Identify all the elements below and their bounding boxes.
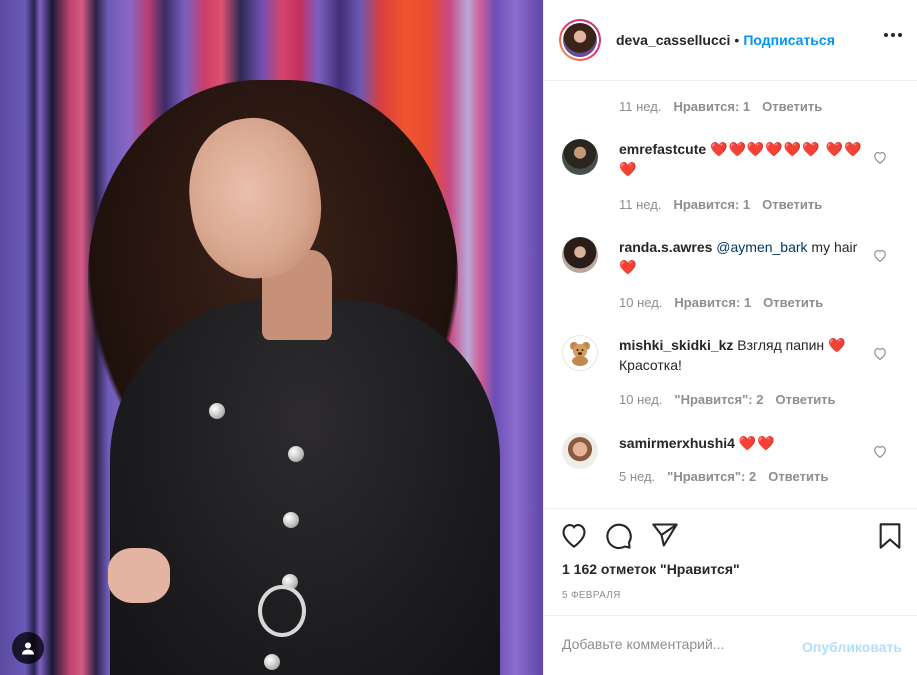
commenter-username[interactable]: samirmerxhushi4 — [619, 435, 735, 451]
commenter-avatar[interactable] — [562, 139, 598, 175]
comment-text: Взгляд папин — [733, 337, 825, 353]
like-comment-heart-icon[interactable] — [873, 151, 887, 164]
comment-hearts: ❤️ — [619, 259, 638, 275]
comment-mention[interactable]: @aymen_bark — [716, 239, 807, 255]
comment-likes[interactable]: Нравится: 1 — [673, 197, 750, 212]
post-sidebar: deva_cassellucci • Подписаться 11 нед. Н… — [543, 0, 917, 675]
photo-hand — [108, 548, 170, 603]
reply-button[interactable]: Ответить — [775, 392, 835, 407]
post-header: deva_cassellucci • Подписаться — [544, 0, 917, 81]
comment-time: 11 нед. — [619, 197, 662, 212]
tagged-user-icon[interactable] — [12, 632, 44, 664]
like-comment-heart-icon[interactable] — [873, 347, 887, 360]
like-comment-heart-icon[interactable] — [873, 249, 887, 262]
publish-button[interactable]: Опубликовать — [802, 639, 902, 655]
teddy-bear-icon — [570, 342, 590, 366]
post-date: 5 ФЕВРАЛЯ — [562, 590, 621, 601]
reply-button[interactable]: Ответить — [762, 197, 822, 212]
comment-meta: 5 нед. "Нравится": 2 Ответить — [619, 469, 828, 484]
comment-meta: 10 нед. "Нравится": 2 Ответить — [619, 392, 836, 407]
header-username[interactable]: deva_cassellucci — [616, 32, 730, 48]
comment-text-2: Красотка! — [619, 357, 682, 373]
avatar[interactable] — [559, 19, 601, 61]
comment-meta: 11 нед. Нравится: 1 Ответить — [619, 197, 822, 212]
comment-time: 10 нед. — [619, 295, 663, 310]
follow-button[interactable]: Подписаться — [743, 32, 835, 48]
commenter-avatar[interactable] — [562, 433, 598, 469]
commenter-avatar[interactable] — [562, 237, 598, 273]
comment-likes[interactable]: Нравится: 1 — [674, 295, 751, 310]
comment-meta: 11 нед. Нравится: 1 Ответить — [619, 99, 822, 114]
comments-list[interactable]: 11 нед. Нравится: 1 Ответить emrefastcut… — [544, 81, 917, 508]
photo-jacket-button — [264, 654, 280, 670]
save-bookmark-icon[interactable] — [877, 522, 903, 550]
header-separator: • — [734, 32, 740, 48]
comment-likes[interactable]: "Нравится": 2 — [667, 469, 756, 484]
reply-button[interactable]: Ответить — [768, 469, 828, 484]
reply-button[interactable]: Ответить — [762, 99, 822, 114]
more-options-icon[interactable] — [884, 33, 902, 37]
post-photo[interactable] — [0, 0, 543, 675]
likes-count[interactable]: 1 162 отметок "Нравится" — [562, 561, 740, 577]
photo-jacket-button — [283, 512, 299, 528]
photo-jacket — [110, 300, 500, 675]
comment-composer: Опубликовать — [544, 615, 917, 675]
commenter-username[interactable]: emrefastcute — [619, 141, 706, 157]
avatar-image — [563, 23, 597, 57]
like-comment-heart-icon[interactable] — [873, 445, 887, 458]
comment-bubble-icon[interactable] — [605, 522, 633, 550]
like-heart-icon[interactable] — [560, 522, 588, 548]
comment-hearts: ❤️ — [828, 337, 847, 353]
commenter-username[interactable]: randa.s.awres — [619, 239, 712, 255]
comment-meta: 10 нед. Нравится: 1 Ответить — [619, 295, 823, 310]
comment-likes[interactable]: "Нравится": 2 — [674, 392, 763, 407]
comment-time: 10 нед. — [619, 392, 663, 407]
comment-hearts: ❤️❤️ — [738, 435, 776, 451]
comment-likes[interactable]: Нравится: 1 — [673, 99, 750, 114]
share-send-icon[interactable] — [651, 522, 679, 548]
commenter-avatar[interactable] — [562, 335, 598, 371]
add-comment-input[interactable] — [562, 636, 792, 652]
comment-text: my hair — [807, 239, 858, 255]
photo-belt-buckle — [258, 585, 306, 637]
comment-time: 5 нед. — [619, 469, 656, 484]
photo-jacket-button — [288, 446, 304, 462]
comment-time: 11 нед. — [619, 99, 662, 114]
photo-jacket-button — [209, 403, 225, 419]
commenter-username[interactable]: mishki_skidki_kz — [619, 337, 733, 353]
post-actions: 1 162 отметок "Нравится" 5 ФЕВРАЛЯ — [544, 508, 917, 615]
reply-button[interactable]: Ответить — [763, 295, 823, 310]
